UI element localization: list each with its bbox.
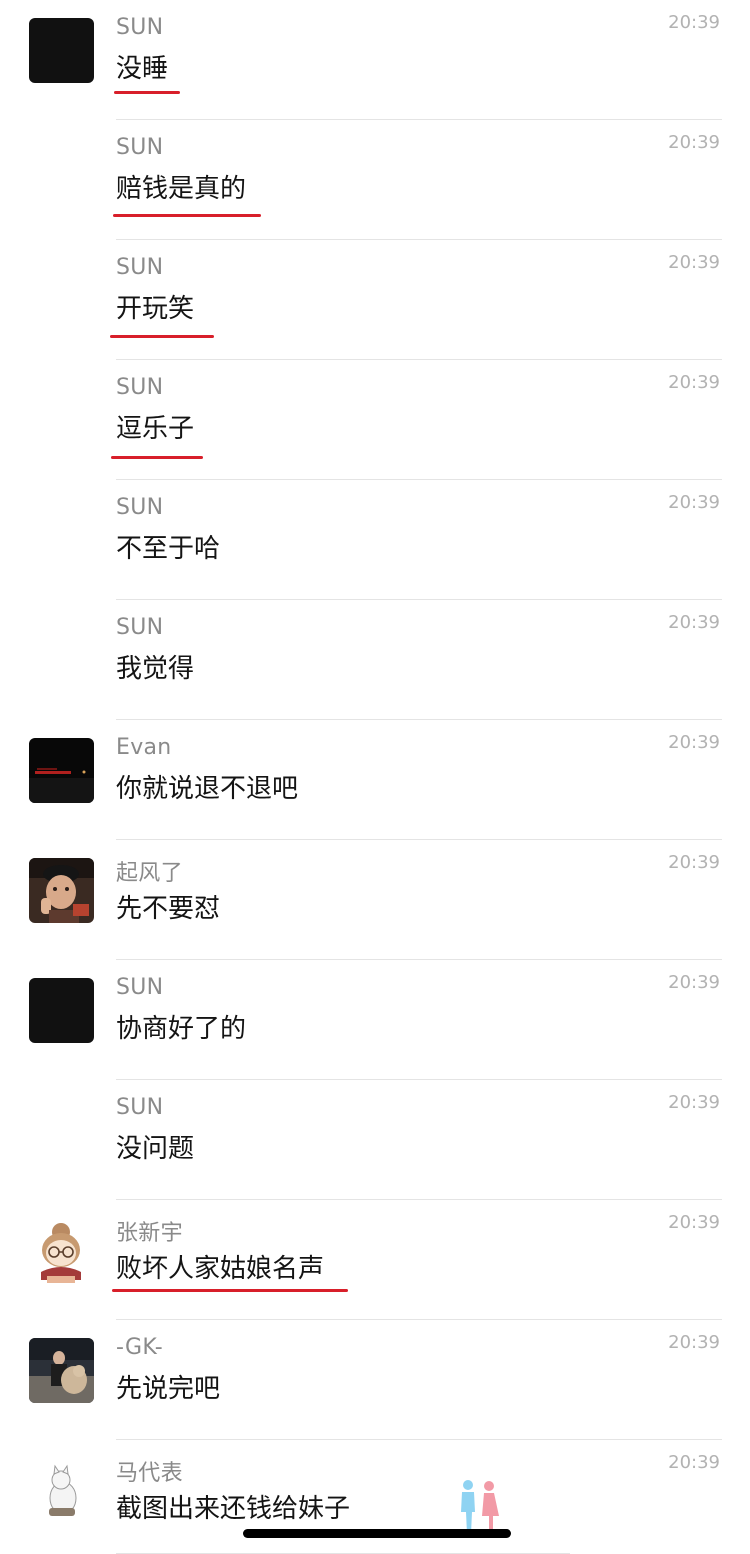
message-time: 20:39	[668, 1212, 720, 1233]
avatar[interactable]	[29, 1458, 94, 1523]
message-time: 20:39	[668, 252, 720, 273]
cartoon-girl-avatar-image	[29, 1218, 94, 1283]
message-time: 20:39	[668, 1092, 720, 1113]
message-row[interactable]: 张新宇 败坏人家姑娘名声 20:39	[0, 1200, 750, 1320]
couple-silhouette-watermark-icon	[461, 1480, 499, 1534]
message-text: 先说完吧	[116, 1374, 221, 1404]
red-underline-annotation	[112, 1289, 348, 1292]
message-row[interactable]: SUN 赔钱是真的 20:39	[0, 120, 750, 240]
message-text: 没问题	[116, 1134, 195, 1164]
message-text: 不至于哈	[116, 534, 221, 564]
message-text: 败坏人家姑娘名声	[116, 1254, 325, 1284]
red-underline-annotation	[111, 456, 203, 459]
message-row[interactable]: Evan 你就说退不退吧 20:39	[0, 720, 750, 840]
sender-name: SUN	[116, 975, 164, 1000]
sender-name: 马代表	[116, 1461, 183, 1486]
message-row[interactable]: SUN 逗乐子 20:39	[0, 360, 750, 480]
sender-name: SUN	[116, 135, 164, 160]
message-time: 20:39	[668, 852, 720, 873]
message-time: 20:39	[668, 12, 720, 33]
message-text: 先不要怼	[116, 894, 221, 924]
red-underline-annotation	[114, 91, 180, 94]
message-time: 20:39	[668, 492, 720, 513]
avatar[interactable]	[29, 18, 94, 83]
sender-name: Evan	[116, 735, 172, 760]
home-indicator[interactable]	[243, 1529, 511, 1538]
message-row[interactable]: SUN 没睡 20:39	[0, 0, 750, 120]
message-text: 开玩笑	[116, 294, 195, 324]
sender-name: SUN	[116, 1095, 164, 1120]
message-time: 20:39	[668, 612, 720, 633]
message-time: 20:39	[668, 1332, 720, 1353]
red-underline-annotation	[110, 335, 214, 338]
message-row[interactable]: 起风了 先不要怼 20:39	[0, 840, 750, 960]
message-text: 没睡	[116, 54, 169, 84]
message-text: 逗乐子	[116, 414, 195, 444]
sender-name: SUN	[116, 615, 164, 640]
sender-name: SUN	[116, 255, 164, 280]
sender-name: 起风了	[116, 861, 183, 886]
message-text: 你就说退不退吧	[116, 774, 299, 804]
sender-name: -GK-	[116, 1335, 164, 1360]
avatar[interactable]	[29, 858, 94, 923]
street-photo-avatar-image	[29, 1338, 94, 1403]
message-row[interactable]: SUN 不至于哈 20:39	[0, 480, 750, 600]
message-row[interactable]: SUN 开玩笑 20:39	[0, 240, 750, 360]
cat-illustration-avatar-image	[29, 1458, 94, 1523]
avatar[interactable]	[29, 1338, 94, 1403]
avatar[interactable]	[29, 978, 94, 1043]
night-road-avatar-image	[29, 738, 94, 803]
message-text: 赔钱是真的	[116, 174, 247, 204]
message-row[interactable]: -GK- 先说完吧 20:39	[0, 1320, 750, 1440]
message-time: 20:39	[668, 132, 720, 153]
message-time: 20:39	[668, 372, 720, 393]
message-text: 截图出来还钱给妹子	[116, 1494, 351, 1524]
message-text: 协商好了的	[116, 1014, 247, 1044]
red-underline-annotation	[113, 214, 261, 217]
sender-name: SUN	[116, 15, 164, 40]
sender-name: 张新宇	[116, 1221, 183, 1246]
message-text: 我觉得	[116, 654, 195, 684]
message-time: 20:39	[668, 972, 720, 993]
child-photo-avatar-image	[29, 858, 94, 923]
sender-name: SUN	[116, 375, 164, 400]
message-row[interactable]: SUN 我觉得 20:39	[0, 600, 750, 720]
message-time: 20:39	[668, 732, 720, 753]
message-time: 20:39	[668, 1452, 720, 1473]
message-row[interactable]: SUN 没问题 20:39	[0, 1080, 750, 1200]
avatar[interactable]	[29, 738, 94, 803]
chat-history-list: SUN 没睡 20:39 SUN 赔钱是真的 20:39 SUN 开玩笑 20:…	[0, 0, 750, 1554]
avatar[interactable]	[29, 1218, 94, 1283]
message-row[interactable]: SUN 协商好了的 20:39	[0, 960, 750, 1080]
sender-name: SUN	[116, 495, 164, 520]
